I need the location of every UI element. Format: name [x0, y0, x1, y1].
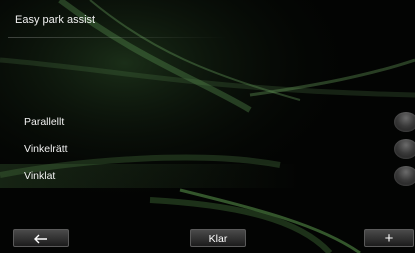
radio-button[interactable] [394, 166, 415, 186]
option-label: Vinkelrätt [24, 143, 68, 155]
option-vinkelratt[interactable]: Vinkelrätt [0, 139, 415, 161]
plus-button[interactable]: + [364, 229, 414, 247]
option-label: Parallellt [24, 116, 65, 128]
done-button[interactable]: Klar [190, 229, 246, 247]
easy-park-assist-screen: Easy park assist Parallellt Vinkelrätt V… [0, 0, 415, 253]
radio-button[interactable] [394, 112, 415, 132]
page-title: Easy park assist [15, 14, 96, 26]
option-label: Vinklat [24, 170, 56, 182]
option-parallellt[interactable]: Parallellt [0, 112, 415, 134]
radio-button[interactable] [394, 139, 415, 159]
title-divider [8, 37, 228, 38]
option-vinklat[interactable]: Vinklat [0, 164, 415, 188]
arrow-left-icon [34, 234, 47, 244]
back-button[interactable] [13, 229, 69, 247]
